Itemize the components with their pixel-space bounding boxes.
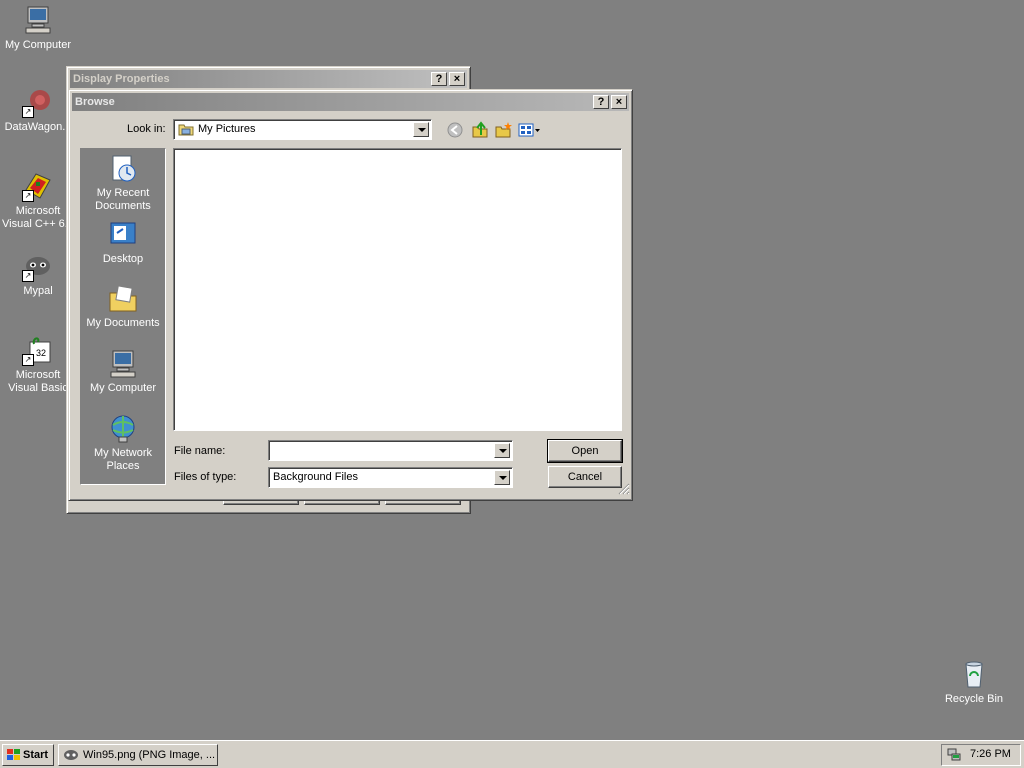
my-documents-icon xyxy=(107,283,139,315)
look-in-value: My Pictures xyxy=(198,123,256,135)
recent-documents-icon xyxy=(107,153,139,185)
file-name-label: File name: xyxy=(174,445,226,457)
desktop-icon-label: Mypal xyxy=(23,285,53,297)
visual-basic-icon: 32 ↗ xyxy=(22,334,54,366)
datawagon-icon: ↗ xyxy=(22,86,54,118)
desktop-icon-datawagon[interactable]: ↗ DataWagon... xyxy=(0,86,76,134)
shortcut-arrow-icon: ↗ xyxy=(22,270,34,282)
new-folder-icon[interactable] xyxy=(495,121,513,142)
close-button[interactable]: × xyxy=(449,72,465,86)
recycle-bin-icon xyxy=(958,658,990,690)
look-in-label: Look in: xyxy=(127,123,166,135)
taskbar: Start Win95.png (PNG Image, ... 7:26 PM xyxy=(0,740,1024,768)
up-folder-icon[interactable] xyxy=(471,121,489,142)
start-button[interactable]: Start xyxy=(2,744,54,766)
look-in-dropdown-arrow[interactable] xyxy=(413,122,429,137)
display-properties-titlebar[interactable]: Display Properties ? × xyxy=(70,70,467,88)
places-bar: My Recent Documents Desktop My Documents… xyxy=(80,148,166,485)
file-list-pane[interactable] xyxy=(173,148,622,431)
desktop-icon-visual-basic[interactable]: 32 ↗ Microsoft Visual Basic 6.0 xyxy=(0,334,76,395)
system-tray: 7:26 PM xyxy=(941,744,1021,766)
start-label: Start xyxy=(23,749,49,761)
place-my-computer[interactable]: My Computer xyxy=(81,348,165,395)
browse-dialog: Browse ? × Look in: My Pictures My Recen… xyxy=(68,89,633,501)
file-name-field[interactable] xyxy=(268,440,513,461)
desktop-icon-label: DataWagon... xyxy=(4,121,72,133)
visual-cpp-icon: ↗ xyxy=(22,170,54,202)
shortcut-arrow-icon: ↗ xyxy=(22,190,34,202)
files-of-type-label: Files of type: xyxy=(174,471,237,483)
open-button[interactable]: Open xyxy=(547,439,623,463)
desktop-icon-visual-cpp[interactable]: ↗ Microsoft Visual C++ 6.0 xyxy=(0,170,76,231)
file-name-dropdown-arrow[interactable] xyxy=(494,443,510,458)
view-menu-icon[interactable] xyxy=(518,122,542,141)
help-button[interactable]: ? xyxy=(431,72,447,86)
my-computer-icon xyxy=(107,348,139,380)
shortcut-arrow-icon: ↗ xyxy=(22,106,34,118)
desktop-icon-label: Microsoft Visual Basic 6.0 xyxy=(8,369,68,394)
clock[interactable]: 7:26 PM xyxy=(970,748,1011,760)
place-network-places[interactable]: My Network Places xyxy=(81,413,165,473)
look-in-combo[interactable]: My Pictures xyxy=(173,119,432,140)
close-button[interactable]: × xyxy=(611,95,627,109)
computer-icon xyxy=(22,4,54,36)
files-of-type-combo[interactable]: Background Files xyxy=(268,467,513,488)
pictures-folder-icon xyxy=(178,122,194,139)
task-button-win95-png[interactable]: Win95.png (PNG Image, ... xyxy=(58,744,218,766)
resize-grip-icon[interactable] xyxy=(618,483,630,498)
place-my-documents[interactable]: My Documents xyxy=(81,283,165,330)
desktop-icon-recycle-bin[interactable]: Recycle Bin xyxy=(936,658,1012,706)
desktop-icon xyxy=(107,219,139,251)
task-label: Win95.png (PNG Image, ... xyxy=(83,749,216,761)
help-button[interactable]: ? xyxy=(593,95,609,109)
mypal-task-icon xyxy=(63,748,79,765)
files-of-type-dropdown-arrow[interactable] xyxy=(494,470,510,485)
window-title: Display Properties xyxy=(73,73,170,85)
windows-logo-icon xyxy=(6,748,22,765)
desktop-icon-label: Recycle Bin xyxy=(944,693,1004,705)
dialog-title: Browse xyxy=(75,96,115,108)
desktop-icon-label: Microsoft Visual C++ 6.0 xyxy=(2,205,74,230)
network-places-icon xyxy=(107,413,139,445)
back-icon[interactable] xyxy=(447,122,463,141)
desktop-icon-my-computer[interactable]: My Computer xyxy=(0,4,76,52)
shortcut-arrow-icon: ↗ xyxy=(22,354,34,366)
network-tray-icon[interactable] xyxy=(946,747,962,766)
place-recent-documents[interactable]: My Recent Documents xyxy=(81,153,165,213)
place-desktop[interactable]: Desktop xyxy=(81,219,165,266)
cancel-button[interactable]: Cancel xyxy=(548,466,622,488)
browse-titlebar[interactable]: Browse ? × xyxy=(72,93,629,111)
svg-text:32: 32 xyxy=(36,348,46,358)
desktop-icon-mypal[interactable]: ↗ Mypal xyxy=(0,250,76,298)
mypal-icon: ↗ xyxy=(22,250,54,282)
desktop-icon-label: My Computer xyxy=(4,39,72,51)
files-of-type-value: Background Files xyxy=(273,471,358,483)
